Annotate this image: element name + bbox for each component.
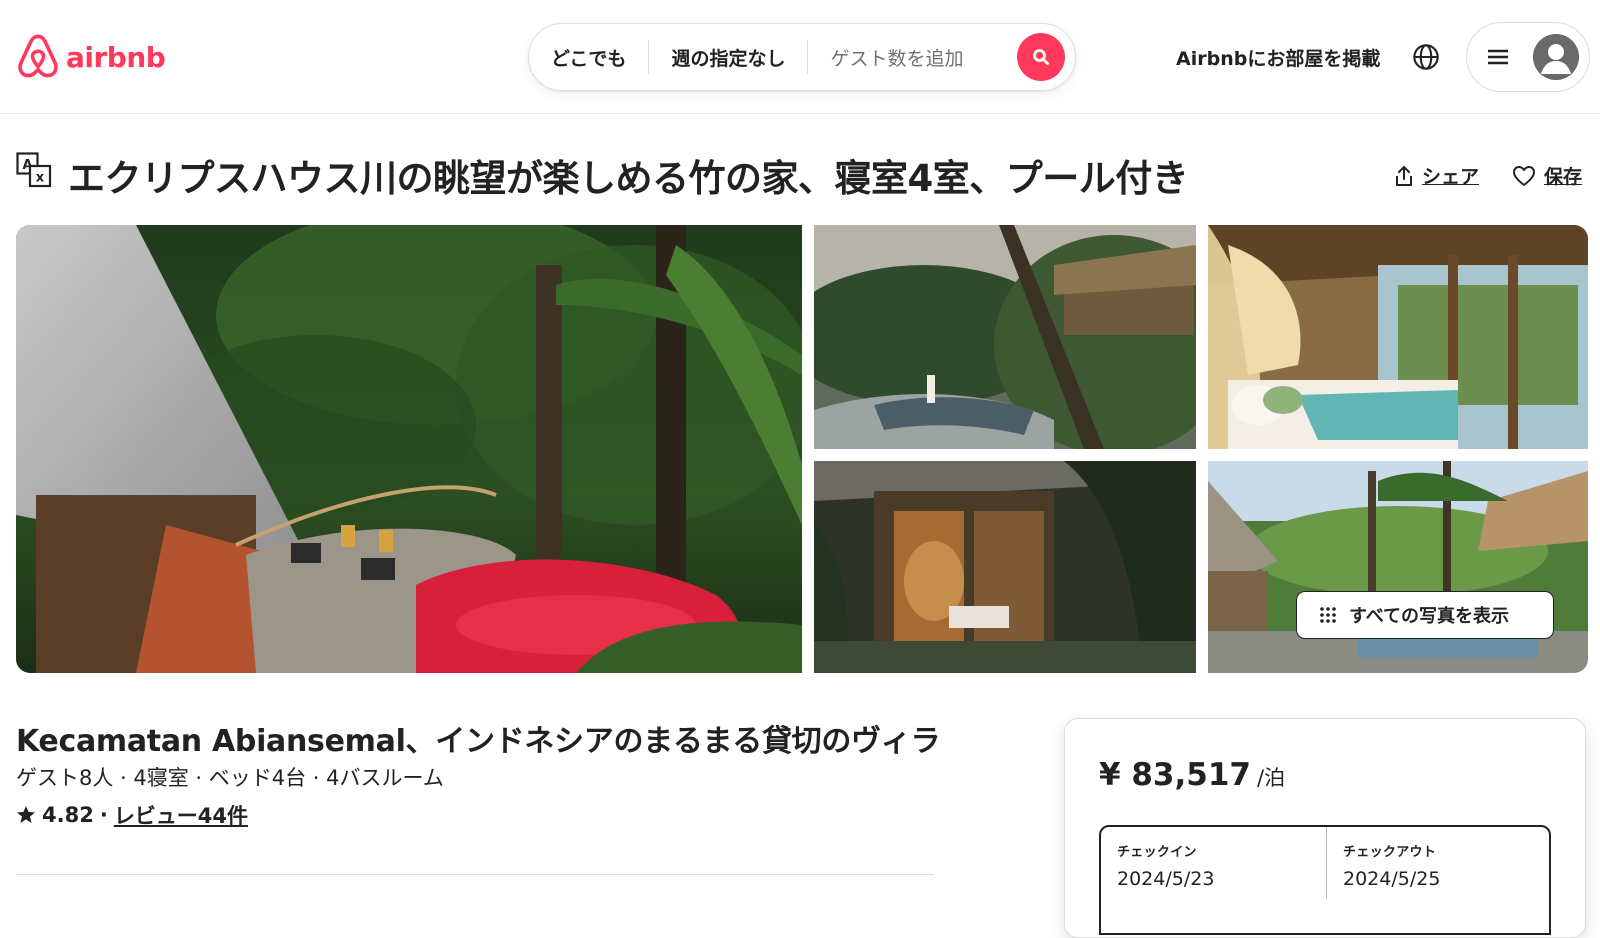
checkin-label: チェックイン — [1117, 845, 1197, 860]
photo-5[interactable] — [1208, 461, 1588, 673]
airbnb-logo[interactable]: airbnb — [16, 33, 166, 81]
save-button[interactable]: 保存 — [1512, 162, 1582, 189]
rating-row: 4.82 · レビュー44件 — [16, 800, 248, 830]
star-icon — [17, 806, 35, 823]
user-menu-button[interactable] — [1466, 22, 1590, 92]
photo-3[interactable] — [1208, 225, 1588, 449]
date-picker: チェックイン 2024/5/23 チェックアウト 2024/5/25 — [1099, 825, 1551, 935]
checkin-value: 2024/5/23 — [1117, 868, 1215, 890]
heart-icon — [1513, 165, 1535, 186]
section-divider — [16, 874, 934, 875]
reviews-link[interactable]: レビュー44件 — [114, 800, 248, 830]
search-location[interactable]: どこでも — [529, 44, 648, 71]
globe-icon[interactable] — [1412, 43, 1440, 71]
listing-location-title: Kecamatan Abiansemal、インドネシアのまるまる貸切のヴィラ — [16, 724, 941, 759]
checkout-value: 2024/5/25 — [1343, 868, 1441, 890]
search-guests[interactable]: ゲスト数を追加 — [808, 44, 985, 71]
photo-2[interactable] — [814, 225, 1196, 449]
nightly-price: ¥ 83,517 — [1099, 757, 1251, 793]
checkout-label: チェックアウト — [1343, 845, 1437, 860]
save-label: 保存 — [1544, 166, 1583, 188]
show-all-photos-button[interactable]: すべての写真を表示 — [1296, 591, 1554, 639]
translate-icon: A x — [16, 152, 52, 188]
listing-specs: ゲスト8人 · 4寝室 · ベッド4台 · 4バスルーム — [16, 766, 444, 790]
search-bar[interactable]: どこでも 週の指定なし ゲスト数を追加 — [528, 23, 1076, 91]
airbnb-logo-icon — [18, 34, 58, 78]
price-row: ¥ 83,517 /泊 — [1099, 757, 1285, 793]
checkin-field[interactable]: チェックイン 2024/5/23 — [1101, 827, 1327, 899]
grid-dots-icon — [1320, 607, 1336, 623]
checkout-field[interactable]: チェックアウト 2024/5/25 — [1327, 827, 1551, 899]
hamburger-menu-icon — [1488, 49, 1508, 65]
search-week[interactable]: 週の指定なし — [649, 44, 807, 71]
listing-title-row: A x エクリプスハウス川の眺望が楽しめる竹の家、寝室4室、プール付き シェア … — [16, 148, 1592, 200]
rating-value: 4.82 — [42, 803, 94, 827]
host-link[interactable]: Airbnbにお部屋を掲載 — [1176, 44, 1380, 71]
share-button[interactable]: シェア — [1394, 162, 1479, 189]
user-avatar-icon — [1533, 34, 1579, 80]
price-unit: /泊 — [1257, 766, 1286, 790]
brand-name: airbnb — [66, 40, 166, 74]
search-icon — [1033, 49, 1049, 65]
photo-main[interactable] — [16, 225, 802, 673]
show-all-photos-label: すべての写真を表示 — [1349, 606, 1510, 627]
share-label: シェア — [1422, 166, 1480, 188]
page-title: エクリプスハウス川の眺望が楽しめる竹の家、寝室4室、プール付き — [68, 157, 1189, 200]
rating-separator: · — [99, 803, 108, 827]
share-icon — [1396, 165, 1412, 186]
top-header: airbnb どこでも 週の指定なし ゲスト数を追加 Airbnbにお部屋を掲載 — [0, 0, 1600, 114]
svg-text:x: x — [36, 171, 45, 186]
booking-card: ¥ 83,517 /泊 チェックイン 2024/5/23 チェックアウト 202… — [1064, 718, 1586, 938]
search-button[interactable] — [1017, 33, 1065, 81]
photo-4[interactable] — [814, 461, 1196, 673]
